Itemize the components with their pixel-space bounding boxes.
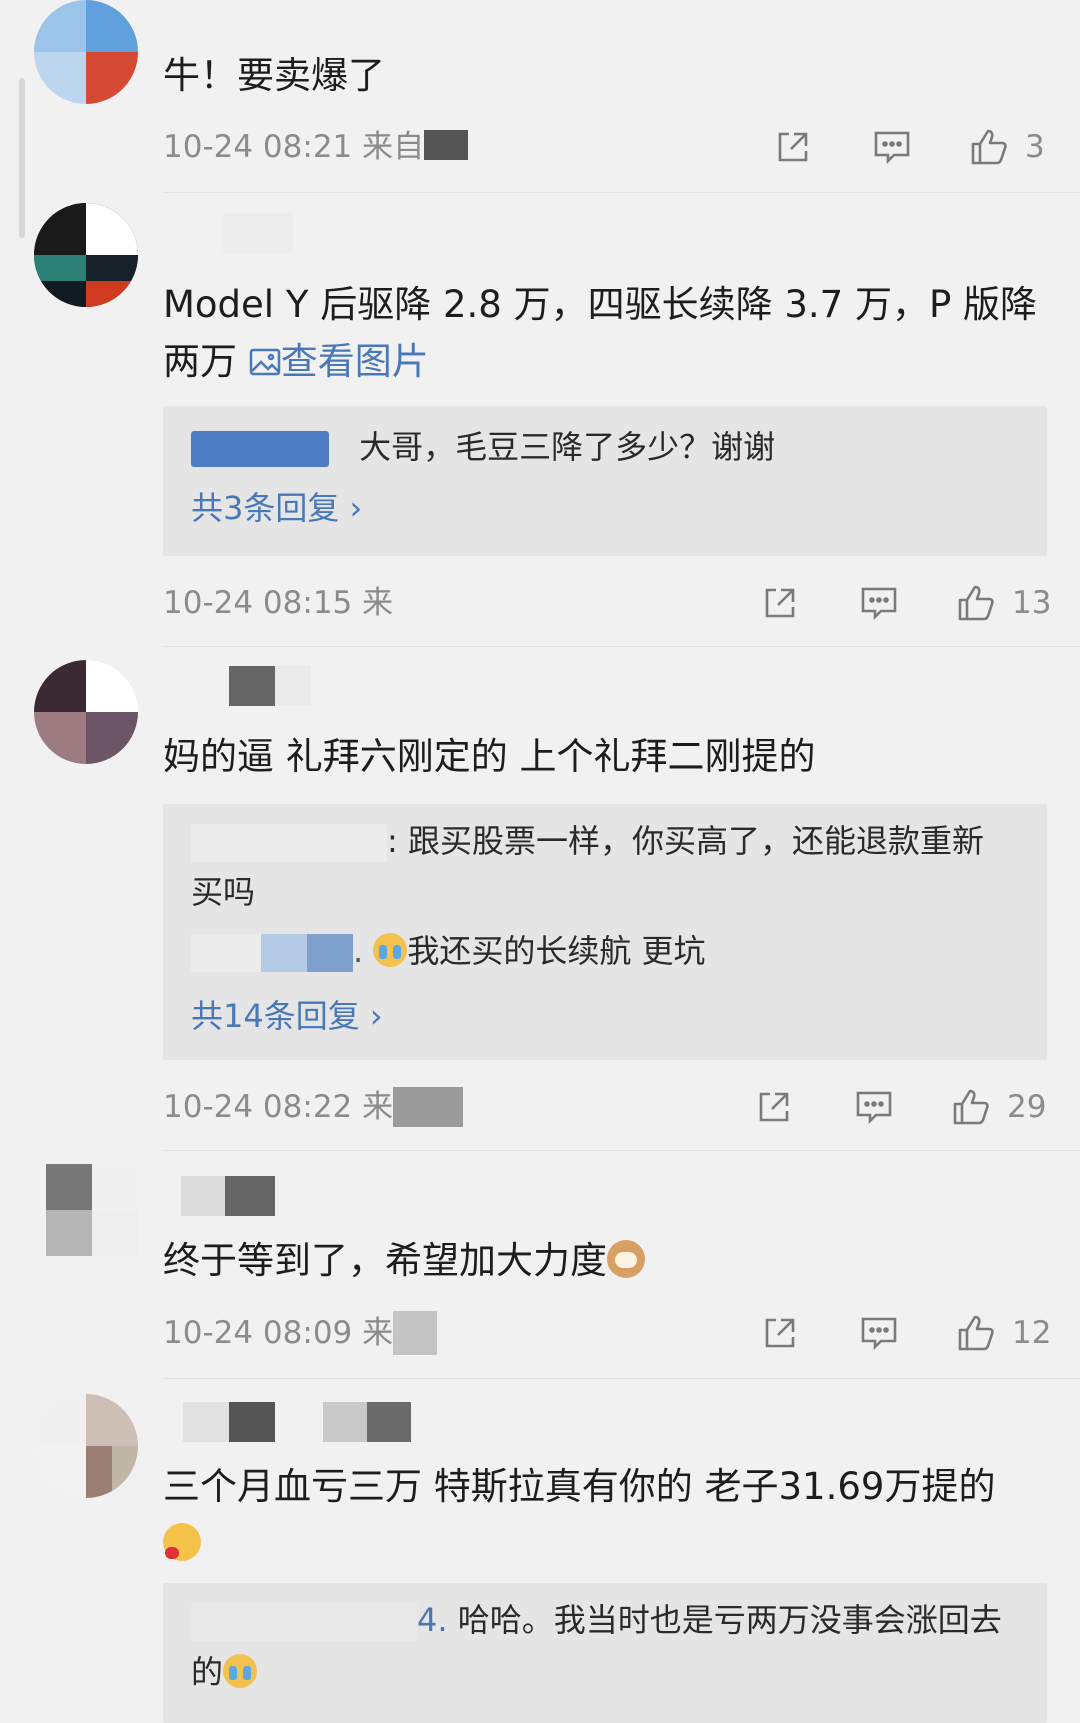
reply-thread[interactable]: 4. 哈哈。我当时也是亏两万没事会涨回去 的	[163, 1583, 1047, 1723]
timestamp: 10-24 08:22 来	[163, 1084, 464, 1130]
reply-item[interactable]: 4. 哈哈。我当时也是亏两万没事会涨回去	[191, 1595, 1031, 1646]
comment-button[interactable]	[854, 1084, 894, 1130]
crying-emoji	[373, 933, 408, 967]
reply-item-continued: 的	[191, 1647, 1031, 1698]
like-count: 13	[1012, 585, 1052, 621]
more-replies-link[interactable]: 共14条回复 ›	[191, 994, 383, 1038]
username-blurred[interactable]	[163, 213, 313, 253]
image-icon	[249, 348, 281, 376]
like-count: 12	[1012, 1315, 1052, 1351]
reply-thread[interactable]: 大哥，毛豆三降了多少？谢谢 共3条回复 ›	[163, 406, 1047, 556]
comment-button[interactable]	[872, 124, 912, 170]
share-button[interactable]	[760, 580, 800, 626]
comment-text: Model Y 后驱降 2.8 万，四驱长续降 3.7 万，P 版降两万 查看图…	[163, 283, 1038, 383]
divider	[163, 1378, 1080, 1379]
username-blurred[interactable]	[163, 1402, 423, 1442]
reply-username-blurred	[191, 934, 261, 972]
divider	[163, 1150, 1080, 1151]
share-icon	[759, 1092, 789, 1122]
like-button[interactable]: 12	[956, 1310, 1051, 1356]
avatar[interactable]	[34, 660, 138, 764]
blushing-emoji	[163, 1523, 201, 1561]
share-icon	[765, 588, 795, 618]
divider	[163, 192, 1080, 193]
like-icon	[971, 129, 1007, 165]
username-blurred[interactable]	[163, 666, 313, 706]
reply-item[interactable]: 大哥，毛豆三降了多少？谢谢	[191, 422, 1031, 473]
reply-thread[interactable]: : 跟买股票一样，你买高了，还能退款重新 买吗 . 我还买的长续航 更坑 共14…	[163, 804, 1047, 1060]
comment-button[interactable]	[859, 1310, 899, 1356]
like-button[interactable]: 13	[956, 580, 1051, 626]
cat-emoji	[607, 1240, 645, 1278]
share-button[interactable]	[773, 124, 813, 170]
comment-text: 妈的逼 礼拜六刚定的 上个礼拜二刚提的	[163, 735, 816, 778]
comment-meta: 10-24 08:09 来 12	[163, 1310, 1051, 1356]
avatar[interactable]	[34, 1394, 138, 1498]
scrollbar[interactable]	[19, 78, 25, 238]
avatar[interactable]	[34, 203, 138, 307]
comment-meta: 10-24 08:21 来自 3	[163, 124, 1047, 170]
like-icon	[958, 585, 994, 621]
view-image-link[interactable]: 查看图片	[249, 340, 429, 383]
like-button[interactable]: 3	[969, 124, 1045, 170]
comment-icon	[856, 1091, 892, 1125]
like-count: 3	[1025, 129, 1045, 165]
reply-username-blurred	[191, 1603, 417, 1641]
like-icon	[958, 1315, 994, 1351]
crying-emoji	[223, 1654, 258, 1688]
comment-text: 三个月血亏三万 特斯拉真有你的 老子31.69万提的	[163, 1458, 1043, 1572]
share-button[interactable]	[760, 1310, 800, 1356]
divider	[163, 646, 1080, 647]
like-count: 29	[1007, 1089, 1047, 1125]
comment-text: 牛！要卖爆了	[163, 54, 385, 97]
share-icon	[778, 132, 808, 162]
comment-meta: 10-24 08:22 来 29	[163, 1084, 1047, 1130]
timestamp: 10-24 08:21 来自	[163, 124, 469, 170]
comment-icon	[861, 587, 897, 621]
avatar[interactable]	[34, 1164, 138, 1268]
reply-username-blurred	[191, 431, 329, 467]
comment-text: 终于等到了，希望加大力度	[163, 1232, 1043, 1289]
comment-meta: 10-24 08:15 来 13	[163, 580, 1051, 626]
reply-item[interactable]: . 我还买的长续航 更坑	[191, 926, 1031, 977]
comment-icon	[874, 131, 910, 165]
reply-item-continued: 买吗	[191, 873, 256, 911]
avatar[interactable]	[34, 0, 138, 104]
share-icon	[765, 1318, 795, 1348]
more-replies-link[interactable]: 共3条回复 ›	[191, 486, 362, 530]
comment-icon	[861, 1317, 897, 1351]
reply-username-blurred	[191, 824, 387, 862]
username-blurred[interactable]	[163, 1176, 313, 1216]
share-button[interactable]	[754, 1084, 794, 1130]
like-icon	[953, 1089, 989, 1125]
timestamp: 10-24 08:09 来	[163, 1310, 438, 1356]
like-button[interactable]: 29	[951, 1084, 1046, 1130]
reply-item[interactable]: : 跟买股票一样，你买高了，还能退款重新	[191, 816, 1031, 867]
comment-button[interactable]	[859, 580, 899, 626]
timestamp: 10-24 08:15 来	[163, 585, 394, 621]
